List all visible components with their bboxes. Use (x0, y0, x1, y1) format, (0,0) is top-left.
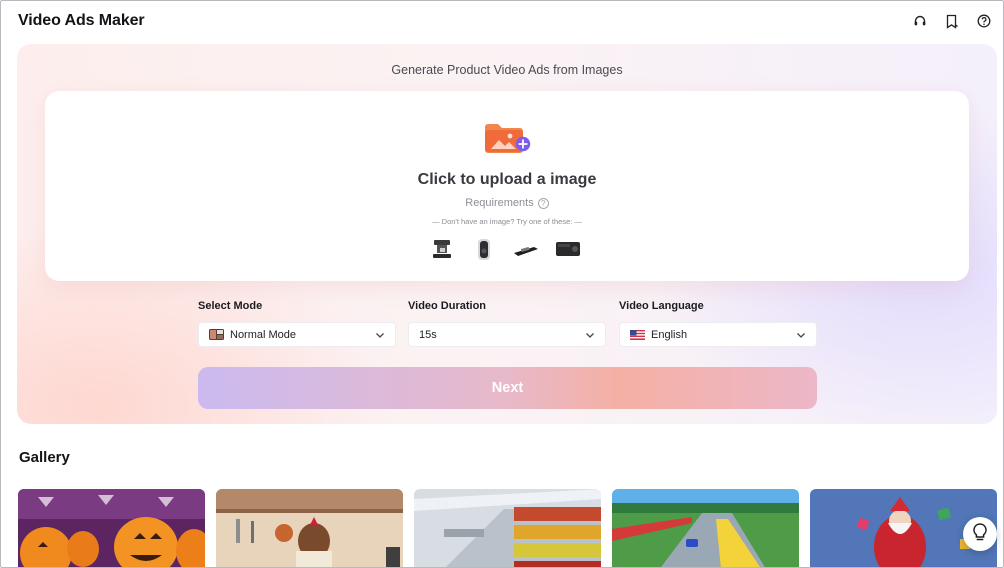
chevron-down-icon (375, 330, 385, 340)
headset-icon[interactable] (911, 12, 929, 30)
sample-hair-tool[interactable] (511, 234, 541, 264)
requirements-label: Requirements (465, 197, 534, 209)
header-icons (911, 12, 993, 30)
image-folder-add-icon (483, 119, 533, 159)
language-select[interactable]: English (619, 322, 817, 347)
app-title: Video Ads Maker (18, 12, 145, 29)
panel-title: Generate Product Video Ads from Images (391, 63, 623, 77)
mode-value: Normal Mode (230, 328, 297, 341)
sample-speaker[interactable] (469, 234, 499, 264)
duration-select[interactable]: 15s (408, 322, 606, 347)
chevron-down-icon (796, 330, 806, 340)
upload-title: Click to upload a image (417, 171, 597, 188)
upload-dropzone[interactable]: Click to upload a image Requirements ? —… (45, 91, 969, 281)
mode-label: Select Mode (198, 300, 263, 312)
duration-label: Video Duration (408, 300, 487, 312)
next-button[interactable]: Next (198, 367, 817, 409)
tips-button[interactable] (963, 517, 997, 551)
duration-value: 15s (419, 328, 437, 341)
sample-projector[interactable] (553, 234, 583, 264)
requirements-link[interactable]: Requirements ? (45, 197, 969, 209)
bookmark-icon[interactable] (943, 12, 961, 30)
gallery-item-halloween[interactable] (18, 489, 205, 567)
lightbulb-icon (971, 522, 989, 547)
sample-hint: — Don't have an image? Try one of these:… (432, 217, 582, 226)
language-label: Video Language (619, 300, 704, 312)
chevron-down-icon (585, 330, 595, 340)
app-window: Video Ads Maker Generate Product Video A… (0, 0, 1004, 568)
language-value: English (651, 328, 688, 341)
gallery-row (18, 489, 997, 567)
help-circle-icon[interactable] (975, 12, 993, 30)
mode-thumbnail-icon (209, 329, 224, 340)
us-flag-icon (630, 329, 645, 340)
gallery-title: Gallery (19, 449, 70, 466)
header: Video Ads Maker (1, 1, 1003, 41)
sample-images (427, 234, 583, 264)
generator-panel: Generate Product Video Ads from Images C… (17, 44, 997, 424)
question-icon: ? (537, 197, 549, 209)
mode-select[interactable]: Normal Mode (198, 322, 396, 347)
gallery-item-go-kart[interactable] (612, 489, 799, 567)
sample-coffee-machine[interactable] (427, 234, 457, 264)
gallery-item-chicken-chef[interactable] (216, 489, 403, 567)
gallery-item-supermarket[interactable] (414, 489, 601, 567)
